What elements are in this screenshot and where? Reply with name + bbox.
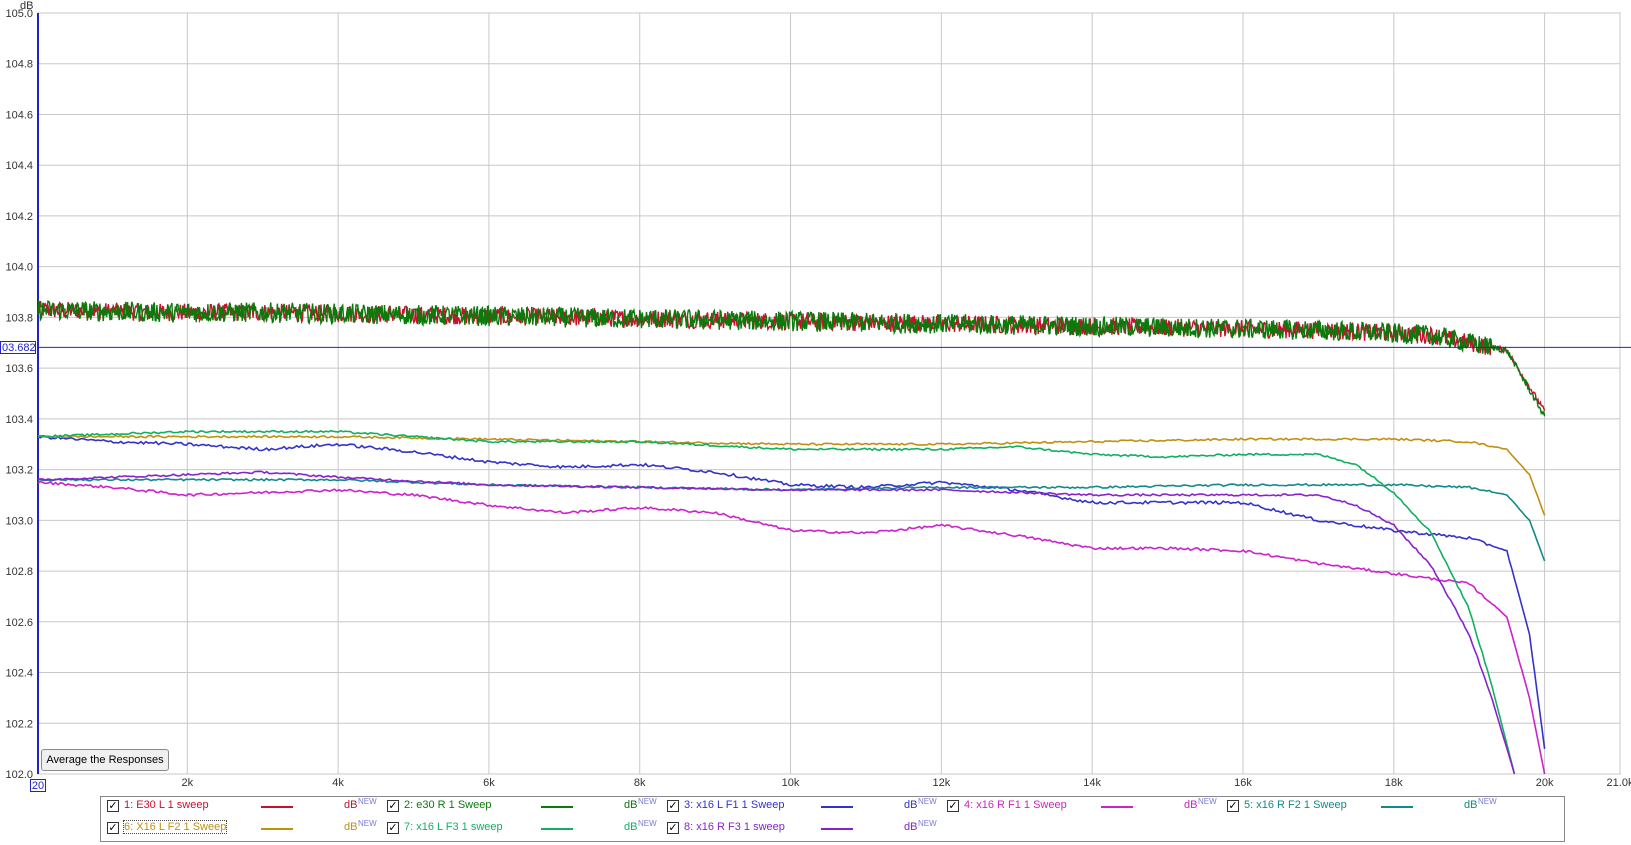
legend-panel: ✓ 1: E30 L 1 sweep dB NEW ✓ 2: e30 R 1 Sweep d… bbox=[100, 796, 1565, 842]
legend-item[interactable]: ✓ 4: x16 R F1 1 Sweep dB NEW bbox=[941, 797, 1231, 817]
legend-swatch bbox=[541, 828, 573, 830]
plot-area[interactable] bbox=[37, 12, 1621, 775]
x-tick-label: 6k bbox=[483, 777, 495, 789]
legend-checkbox[interactable]: ✓ bbox=[947, 800, 959, 812]
y-tick-label: 102.0 bbox=[5, 769, 33, 781]
cursor-value-readout: 03.682 bbox=[0, 341, 36, 354]
legend-swatch bbox=[821, 828, 853, 830]
frequency-response-plot[interactable]: 105.0104.8104.6104.4104.2104.0103.8103.6… bbox=[0, 0, 1631, 790]
legend-swatch bbox=[1101, 806, 1133, 808]
legend-unit-sup: NEW bbox=[918, 819, 937, 828]
legend-checkbox[interactable]: ✓ bbox=[387, 822, 399, 834]
x-tick-label: 21.0k bbox=[1607, 777, 1631, 789]
legend-unit-sup: NEW bbox=[918, 797, 937, 806]
legend-unit: dB bbox=[624, 799, 638, 811]
legend-swatch bbox=[821, 806, 853, 808]
x-tick-label: 14k bbox=[1083, 777, 1101, 789]
x-tick-label: 10k bbox=[782, 777, 800, 789]
y-tick-label: 102.8 bbox=[5, 566, 33, 578]
legend-swatch bbox=[261, 806, 293, 808]
x-tick-label: 8k bbox=[634, 777, 646, 789]
legend-label: 1: E30 L 1 sweep bbox=[124, 799, 209, 811]
x-tick-label: 20k bbox=[1536, 777, 1554, 789]
y-tick-label: 104.0 bbox=[5, 262, 33, 274]
legend-label: 5: x16 R F2 1 Sweep bbox=[1244, 799, 1347, 811]
x-start-readout: 20 bbox=[30, 779, 46, 792]
legend-swatch bbox=[1381, 806, 1413, 808]
y-tick-label: 104.6 bbox=[5, 109, 33, 121]
y-tick-label: 103.8 bbox=[5, 312, 33, 324]
legend-label: 4: x16 R F1 1 Sweep bbox=[964, 799, 1067, 811]
y-axis-ticks: 105.0104.8104.6104.4104.2104.0103.8103.6… bbox=[5, 8, 33, 781]
legend-checkbox[interactable]: ✓ bbox=[387, 800, 399, 812]
y-tick-label: 103.0 bbox=[5, 515, 33, 527]
legend-label: 8: x16 R F3 1 sweep bbox=[684, 821, 785, 833]
legend-label: 2: e30 R 1 Sweep bbox=[404, 799, 492, 811]
legend-swatch bbox=[261, 828, 293, 830]
x-axis-ticks: 2k 4k 6k 8k 10k 12k 14k 16k 18k 20k 21.0k bbox=[181, 777, 1631, 789]
legend-unit-sup: NEW bbox=[1198, 797, 1217, 806]
legend-item[interactable]: ✓ 5: x16 R F2 1 Sweep dB NEW bbox=[1221, 797, 1511, 817]
legend-item[interactable]: ✓ 1: E30 L 1 sweep dB NEW bbox=[101, 797, 391, 817]
legend-item[interactable]: ✓ 6: X16 L F2 1 Sweep dB NEW bbox=[101, 819, 391, 839]
legend-unit-sup: NEW bbox=[1478, 797, 1497, 806]
legend-checkbox[interactable]: ✓ bbox=[1227, 800, 1239, 812]
legend-checkbox[interactable]: ✓ bbox=[667, 800, 679, 812]
legend-checkbox[interactable]: ✓ bbox=[107, 800, 119, 812]
y-tick-label: 102.4 bbox=[5, 668, 33, 680]
legend-label: 7: x16 L F3 1 sweep bbox=[404, 821, 503, 833]
y-tick-label: 103.2 bbox=[5, 465, 33, 477]
legend-unit: dB bbox=[904, 821, 918, 833]
y-tick-label: 104.2 bbox=[5, 211, 33, 223]
x-tick-label: 16k bbox=[1234, 777, 1252, 789]
legend-unit-sup: NEW bbox=[358, 797, 377, 806]
x-tick-label: 12k bbox=[932, 777, 950, 789]
y-tick-label: 102.2 bbox=[5, 718, 33, 730]
x-tick-label: 2k bbox=[181, 777, 193, 789]
legend-unit: dB bbox=[1464, 799, 1478, 811]
legend-item[interactable]: ✓ 8: x16 R F3 1 sweep dB NEW bbox=[661, 819, 951, 839]
legend-label: 6: X16 L F2 1 Sweep bbox=[122, 820, 228, 834]
legend-item[interactable]: ✓ 7: x16 L F3 1 sweep dB NEW bbox=[381, 819, 671, 839]
legend-unit: dB bbox=[904, 799, 918, 811]
legend-item[interactable]: ✓ 2: e30 R 1 Sweep dB NEW bbox=[381, 797, 671, 817]
y-tick-label: 103.6 bbox=[5, 363, 33, 375]
y-tick-label: 104.4 bbox=[5, 160, 33, 172]
legend-item[interactable]: ✓ 3: x16 L F1 1 Sweep dB NEW bbox=[661, 797, 951, 817]
legend-checkbox[interactable]: ✓ bbox=[107, 822, 119, 834]
legend-unit-sup: NEW bbox=[638, 819, 657, 828]
x-tick-label: 18k bbox=[1385, 777, 1403, 789]
x-tick-label: 4k bbox=[332, 777, 344, 789]
average-responses-button[interactable]: Average the Responses bbox=[41, 749, 169, 771]
legend-unit: dB bbox=[1184, 799, 1198, 811]
legend-unit: dB bbox=[344, 799, 358, 811]
legend-unit: dB bbox=[624, 821, 638, 833]
legend-unit-sup: NEW bbox=[358, 819, 377, 828]
y-tick-label: 103.4 bbox=[5, 414, 33, 426]
y-axis-label: dB bbox=[20, 0, 33, 12]
legend-swatch bbox=[541, 806, 573, 808]
y-tick-label: 102.6 bbox=[5, 617, 33, 629]
legend-unit: dB bbox=[344, 821, 358, 833]
y-tick-label: 104.8 bbox=[5, 59, 33, 71]
legend-unit-sup: NEW bbox=[638, 797, 657, 806]
legend-checkbox[interactable]: ✓ bbox=[667, 822, 679, 834]
legend-label: 3: x16 L F1 1 Sweep bbox=[684, 799, 785, 811]
